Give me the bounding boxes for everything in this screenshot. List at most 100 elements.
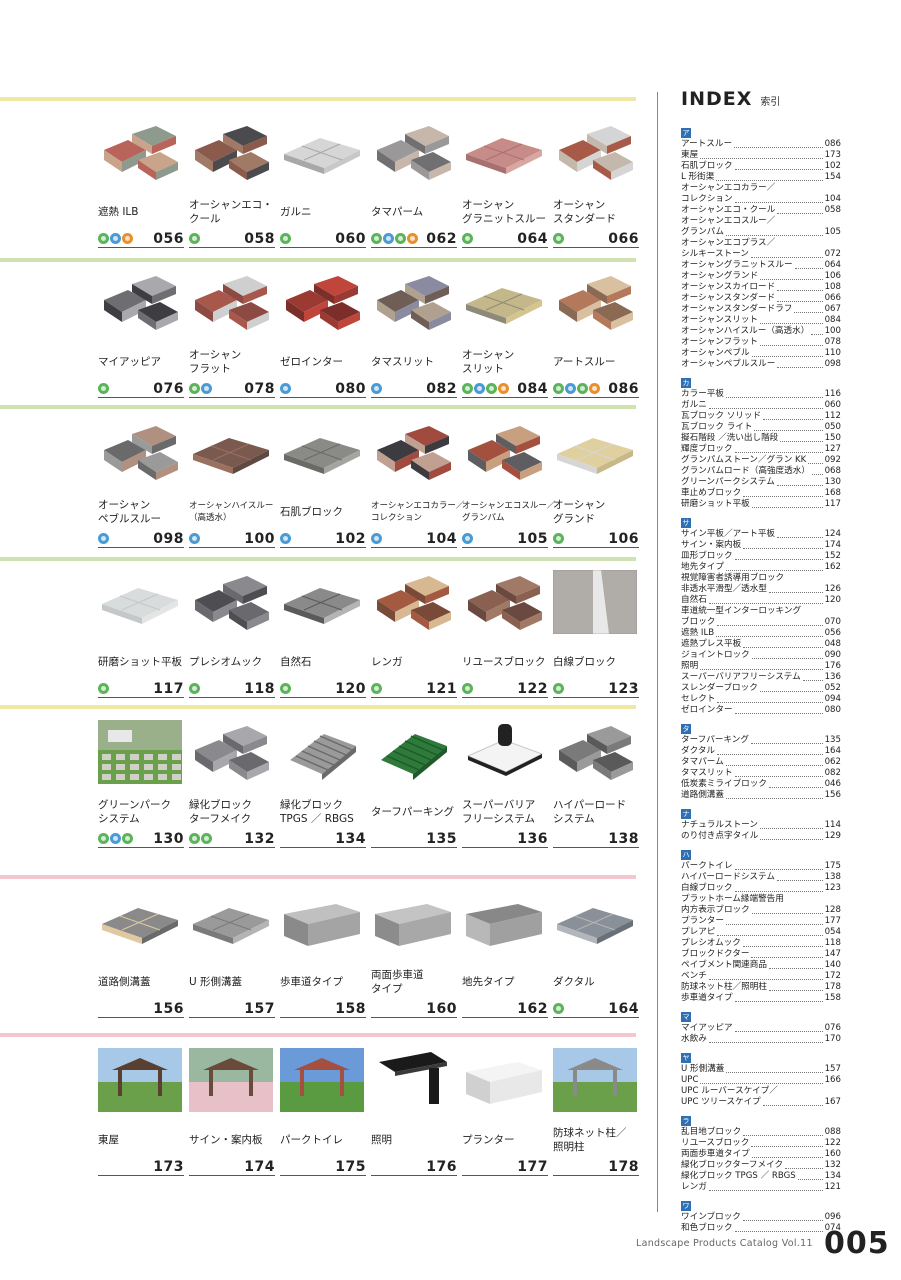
index-entry[interactable]: 防球ネット柱／照明柱 178 [681,982,841,993]
product-card[interactable]: 歩車道タイプ 158 [280,890,366,1022]
product-card[interactable]: ガルニ 060 [280,120,366,252]
product-card[interactable]: 道路側溝蓋 156 [98,890,184,1022]
product-card[interactable]: オーシャン フラット 078 [189,270,275,402]
index-entry[interactable]: 輝度ブロック 127 [681,444,841,455]
index-entry[interactable]: ブロック 070 [681,617,841,628]
index-entry[interactable]: 石肌ブロック 102 [681,161,841,172]
product-card[interactable]: 遮熱 ILB 056 [98,120,184,252]
product-card[interactable]: 白線ブロック 123 [553,570,639,702]
product-card[interactable]: アートスルー 086 [553,270,639,402]
index-entry[interactable]: 瓦ブロック ソリッド 112 [681,411,841,422]
index-entry[interactable]: 両面歩車道タイプ 160 [681,1149,841,1160]
product-card[interactable]: パークトイレ 175 [280,1048,366,1180]
index-entry[interactable]: プラットホーム縁端警告用 [681,894,841,905]
index-entry[interactable]: グリーンパークシステム 130 [681,477,841,488]
index-entry[interactable]: オーシャンペブルスルー 098 [681,359,841,370]
product-card[interactable]: オーシャンエコカラー／ コレクション 104 [371,420,464,552]
product-card[interactable]: タマスリット 082 [371,270,457,402]
product-card[interactable]: 石肌ブロック 102 [280,420,366,552]
index-entry[interactable]: サイン平板／アート平板 124 [681,529,841,540]
product-card[interactable]: プレシオムック 118 [189,570,275,702]
product-card[interactable]: 研磨ショット平板 117 [98,570,184,702]
index-entry[interactable]: オーシャンペブル 110 [681,348,841,359]
product-card[interactable]: オーシャン スタンダード 066 [553,120,639,252]
product-card[interactable]: 自然石 120 [280,570,366,702]
product-card[interactable]: ダクタル 164 [553,890,639,1022]
product-card[interactable]: U 形側溝蓋 157 [189,890,275,1022]
index-entry[interactable]: 研磨ショット平板 117 [681,499,841,510]
index-entry[interactable]: 和色ブロック 074 [681,1223,841,1234]
index-entry[interactable]: タマスリット 082 [681,768,841,779]
product-card[interactable]: ゼロインター 080 [280,270,366,402]
product-card[interactable]: サイン・案内板 174 [189,1048,275,1180]
index-entry[interactable]: オーシャンハイスルー（高透水） 100 [681,326,841,337]
index-entry[interactable]: 乱目地ブロック 088 [681,1127,841,1138]
index-entry[interactable]: 低炭素ミライブロック 046 [681,779,841,790]
product-card[interactable]: プランター 177 [462,1048,548,1180]
index-entry[interactable]: リユースブロック 122 [681,1138,841,1149]
index-entry[interactable]: 水飲み 170 [681,1034,841,1045]
index-entry[interactable]: タマパーム 062 [681,757,841,768]
index-entry[interactable]: プレアピ 054 [681,927,841,938]
index-entry[interactable]: ジョイントロック 090 [681,650,841,661]
index-entry[interactable]: 皿形ブロック 152 [681,551,841,562]
index-entry[interactable]: オーシャンスタンダード 066 [681,293,841,304]
index-entry[interactable]: プレシオムック 118 [681,938,841,949]
index-entry[interactable]: 内方表示ブロック 128 [681,905,841,916]
product-card[interactable]: オーシャンエコスルー／ グランパム 105 [462,420,555,552]
product-card[interactable]: 照明 176 [371,1048,457,1180]
index-entry[interactable]: アートスルー 086 [681,139,841,150]
product-card[interactable]: 防球ネット柱／ 照明柱 178 [553,1048,639,1180]
index-entry[interactable]: ダクタル 164 [681,746,841,757]
index-entry[interactable]: ワインブロック 096 [681,1212,841,1223]
index-entry[interactable]: UPC 166 [681,1075,841,1086]
index-entry[interactable]: のり付き点字タイル 129 [681,831,841,842]
index-entry[interactable]: 遮熱プレス平板 048 [681,639,841,650]
index-entry[interactable]: スレンダーブロック 052 [681,683,841,694]
product-card[interactable]: 緑化ブロック ターフメイク 132 [189,720,275,852]
product-card[interactable]: オーシャン グランド 106 [553,420,639,552]
product-card[interactable]: オーシャン ペブルスルー 098 [98,420,184,552]
index-entry[interactable]: オーシャンスカイロード 108 [681,282,841,293]
index-entry[interactable]: ブロックドクター 147 [681,949,841,960]
index-entry[interactable]: 擬石階段 ／洗い出し階段 150 [681,433,841,444]
index-entry[interactable]: オーシャンスリット 084 [681,315,841,326]
index-entry[interactable]: セレクト 094 [681,694,841,705]
product-card[interactable]: グリーンパーク システム 130 [98,720,184,852]
index-entry[interactable]: オーシャンエコプラス／ [681,238,841,249]
index-entry[interactable]: 瓦ブロック ライト 050 [681,422,841,433]
index-entry[interactable]: レンガ 121 [681,1182,841,1193]
product-card[interactable]: レンガ 121 [371,570,457,702]
product-card[interactable]: オーシャン スリット 084 [462,270,548,402]
index-entry[interactable]: 緑化ブロックターフメイク 132 [681,1160,841,1171]
index-entry[interactable]: 歩車道タイプ 158 [681,993,841,1004]
index-entry[interactable]: オーシャンエコ・クール 058 [681,205,841,216]
product-card[interactable]: オーシャン グラニットスルー 064 [462,120,548,252]
index-entry[interactable]: サイン・案内板 174 [681,540,841,551]
index-entry[interactable]: オーシャンスタンダードラフ 067 [681,304,841,315]
index-entry[interactable]: スーパーバリアフリーシステム 136 [681,672,841,683]
index-entry[interactable]: 緑化ブロック TPGS ／ RBGS 134 [681,1171,841,1182]
index-entry[interactable]: オーシャングラニットスルー 064 [681,260,841,271]
index-entry[interactable]: シルキーストーン 072 [681,249,841,260]
index-entry[interactable]: オーシャンエコカラー／ [681,183,841,194]
index-entry[interactable]: 照明 176 [681,661,841,672]
index-entry[interactable]: ナチュラルストーン 114 [681,820,841,831]
index-entry[interactable]: UPC ルーバースケイプ／ [681,1086,841,1097]
index-entry[interactable]: 非透水平滑型／透水型 126 [681,584,841,595]
index-entry[interactable]: マイアッピア 076 [681,1023,841,1034]
index-entry[interactable]: カラー平板 116 [681,389,841,400]
product-card[interactable]: スーパーバリア フリーシステム 136 [462,720,548,852]
index-entry[interactable]: ベンチ 172 [681,971,841,982]
index-entry[interactable]: グランパムストーン／グラン KK 092 [681,455,841,466]
index-entry[interactable]: 白線ブロック 123 [681,883,841,894]
index-entry[interactable]: ペイブメント関連商品 140 [681,960,841,971]
index-entry[interactable]: オーシャンフラット 078 [681,337,841,348]
product-card[interactable]: ターフパーキング 135 [371,720,457,852]
index-entry[interactable]: 車道統一型インターロッキング [681,606,841,617]
index-entry[interactable]: ガルニ 060 [681,400,841,411]
product-card[interactable]: 東屋 173 [98,1048,184,1180]
product-card[interactable]: 地先タイプ 162 [462,890,548,1022]
index-entry[interactable]: 遮熱 ILB 056 [681,628,841,639]
index-entry[interactable]: 車止めブロック 168 [681,488,841,499]
